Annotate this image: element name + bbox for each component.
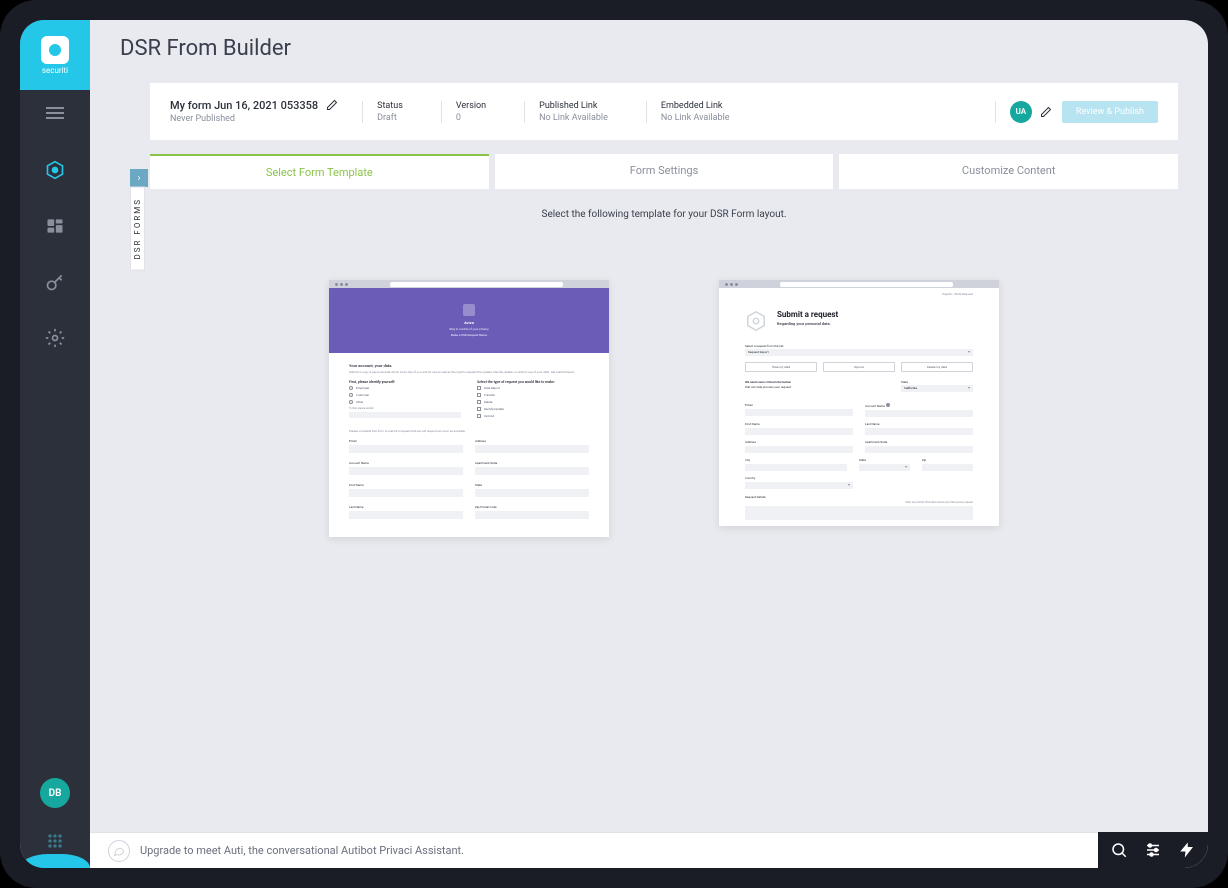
t2-state-l: State: [901, 380, 973, 384]
nav-dashboard-icon[interactable]: [35, 150, 75, 190]
chat-icon[interactable]: [108, 840, 130, 862]
builder-tabs: Select Form Template Form Settings Custo…: [150, 154, 1178, 189]
assistant-text: Upgrade to meet Auti, the conversational…: [140, 844, 464, 857]
status-label: Status: [377, 101, 403, 111]
form-name: My form Jun 16, 2021 053358: [170, 99, 318, 112]
t2-sel-val: Request Report: [745, 350, 769, 354]
nav-settings-icon[interactable]: [35, 262, 75, 302]
t2-det: Request Details: [745, 495, 973, 499]
t1-c5: Opt-Out: [484, 414, 494, 418]
sliders-icon[interactable]: [1144, 841, 1162, 859]
edit-collaborators-icon[interactable]: [1040, 106, 1052, 118]
main-content: DSR From Builder › DSR FORMS My form Jun…: [90, 20, 1208, 868]
t1-r1: Employee: [356, 386, 369, 390]
t1-addr: Address: [475, 439, 589, 443]
edit-name-icon[interactable]: [326, 99, 338, 111]
t1-c2: Transfer: [484, 393, 495, 397]
t1-r2: Customer: [356, 393, 369, 397]
page-header: DSR From Builder: [90, 20, 1208, 67]
t2-lang: English / Multi Request: [942, 292, 973, 296]
t2-email: Email: [745, 403, 752, 407]
template-gallery: Aviza Stay in control of your privacy Ma…: [150, 240, 1178, 670]
template-preview-1: Aviza Stay in control of your privacy Ma…: [329, 280, 609, 537]
t1-c1: Data Report: [484, 386, 500, 390]
t1-acct: Account Name: [349, 461, 463, 465]
logo-icon: [41, 36, 69, 64]
t2-state-v: California: [901, 386, 917, 390]
t2-btn3: Delete my data: [901, 362, 973, 372]
brand-name: securiti: [42, 66, 68, 75]
t2-zip: Zip: [922, 458, 973, 462]
build-icon[interactable]: [1178, 841, 1196, 859]
t2-acct: Account Name: [865, 404, 885, 408]
search-icon[interactable]: [1110, 841, 1128, 859]
tab-form-settings[interactable]: Form Settings: [495, 154, 834, 189]
sidebar: securiti DB: [20, 20, 90, 868]
t1-other: If other, please explain: [349, 407, 461, 410]
t1-hero2: Make a DSR Request Below: [339, 333, 599, 337]
template-card-1[interactable]: Aviza Stay in control of your privacy Ma…: [299, 240, 639, 670]
t1-sec-desc: Submit a copy of personal data which Avi…: [349, 370, 589, 374]
t1-state: State: [475, 483, 589, 487]
t2-btn2: Opt-out: [823, 362, 895, 372]
t2-city: City: [745, 458, 847, 462]
embedded-link-label: Embedded Link: [661, 101, 730, 111]
nav-gear-icon[interactable]: [35, 318, 75, 358]
t1-brand: Aviza: [339, 320, 599, 325]
tab-customize-content[interactable]: Customize Content: [839, 154, 1178, 189]
user-avatar[interactable]: DB: [40, 778, 70, 808]
tab-select-template[interactable]: Select Form Template: [150, 154, 489, 189]
side-panel-expand[interactable]: ›: [130, 169, 148, 187]
t2-sub: Regarding your personal data.: [777, 321, 838, 326]
t2-title: Submit a request: [777, 310, 838, 319]
t1-identify: First, please identify yourself:: [349, 380, 461, 384]
t2-first: First Name: [745, 422, 853, 426]
t1-r3: Other: [356, 400, 363, 404]
t2-st: State: [859, 458, 910, 462]
t1-reqtype: Select the type of request you would lik…: [477, 380, 589, 384]
t2-det-sub: Enter any further information about your…: [745, 501, 973, 504]
t1-first: First Name: [349, 483, 463, 487]
t1-zip: Zip/Postal Code: [475, 505, 589, 509]
apps-icon[interactable]: [40, 826, 70, 856]
published-link-label: Published Link: [539, 101, 608, 111]
t1-apt: Apartment/Suite: [475, 461, 589, 465]
form-publish-status: Never Published: [170, 114, 318, 124]
t2-apt: Apartment/Suite: [865, 440, 973, 444]
collaborator-badge[interactable]: UA: [1010, 101, 1032, 123]
t1-email: Email: [349, 439, 463, 443]
hexagon-icon: [745, 310, 767, 332]
t1-c3: Delete: [484, 400, 492, 404]
t2-country: Country: [745, 476, 853, 480]
t1-last: Last Name: [349, 505, 463, 509]
form-info-bar: My form Jun 16, 2021 053358 Never Publis…: [150, 83, 1178, 140]
nav-forms-icon[interactable]: [35, 206, 75, 246]
status-value: Draft: [377, 113, 403, 123]
t2-btn1: Have my data: [745, 362, 817, 372]
t1-hero1: Stay in control of your privacy: [339, 327, 599, 331]
template-preview-2: English / Multi Request Submit a request…: [719, 280, 999, 526]
menu-toggle[interactable]: [46, 104, 64, 122]
t2-addr: Address: [745, 440, 853, 444]
decorative-wave: [20, 854, 90, 868]
t2-last: Last Name: [865, 422, 973, 426]
t1-sec-title: Your account, your data.: [349, 363, 589, 368]
assistant-bar: Upgrade to meet Auti, the conversational…: [90, 832, 1208, 868]
t1-complete: Please complete this form to submit a re…: [349, 429, 589, 433]
bottom-action-bar: [1098, 832, 1208, 868]
version-label: Version: [456, 101, 486, 111]
brand-logo[interactable]: securiti: [20, 20, 90, 90]
t2-crit: We need some critical information: [745, 380, 889, 384]
embedded-link-value: No Link Available: [661, 113, 730, 123]
version-value: 0: [456, 113, 486, 123]
t2-crit-sub: that can help process your request.: [745, 385, 889, 389]
page-title: DSR From Builder: [120, 36, 1178, 61]
review-publish-button[interactable]: Review & Publish: [1062, 101, 1158, 123]
t1-c4: Rectify/Update: [484, 407, 504, 411]
template-instruction: Select the following template for your D…: [150, 209, 1178, 220]
side-panel-label[interactable]: DSR FORMS: [130, 187, 145, 271]
t2-sel-label: Select a request from the list:: [745, 344, 973, 348]
published-link-value: No Link Available: [539, 113, 608, 123]
template-card-2[interactable]: English / Multi Request Submit a request…: [689, 240, 1029, 670]
